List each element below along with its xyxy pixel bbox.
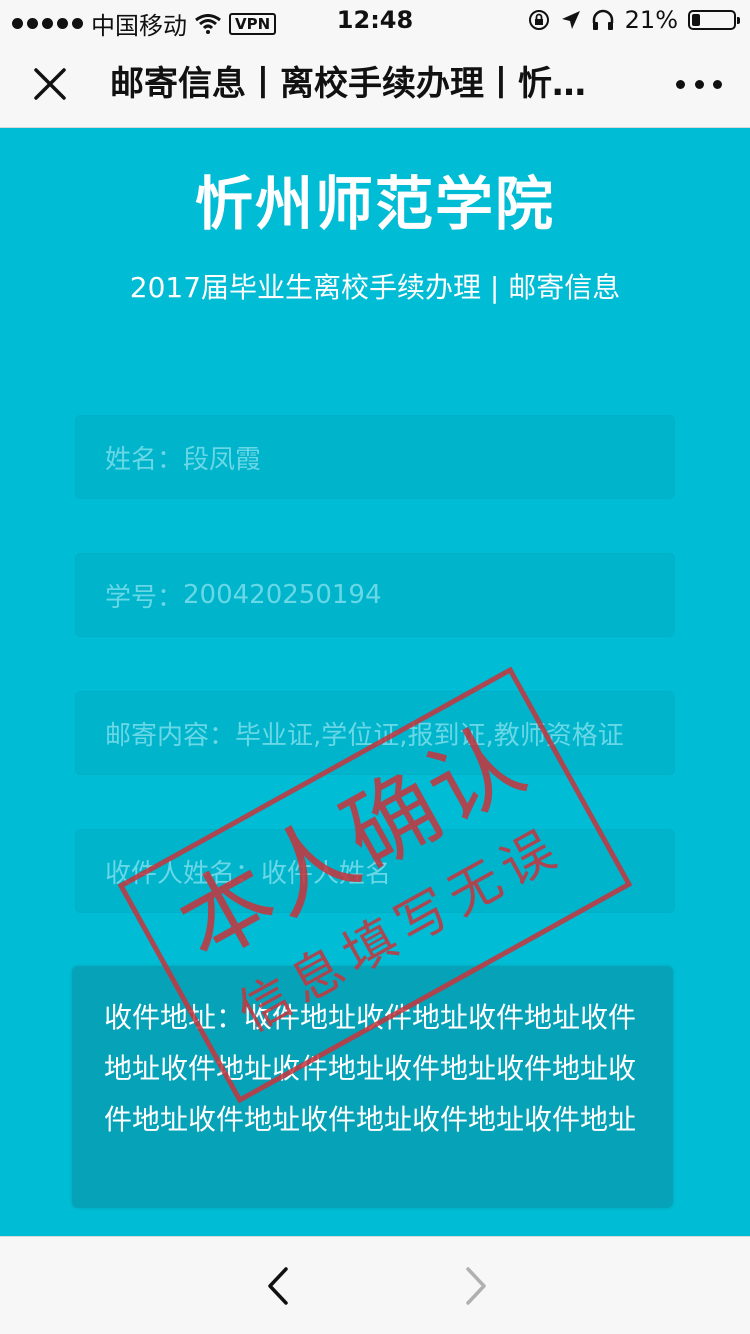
battery-icon bbox=[688, 10, 740, 30]
name-label: 姓名： bbox=[105, 444, 184, 475]
more-button[interactable] bbox=[676, 62, 722, 106]
page-title: 邮寄信息丨离校手续办理丨忻… bbox=[110, 64, 586, 104]
nav-bar: 邮寄信息丨离校手续办理丨忻… bbox=[0, 40, 750, 128]
more-dot bbox=[694, 79, 704, 89]
mail-content-label: 邮寄内容： bbox=[105, 720, 236, 751]
recipient-name-field[interactable]: 收件人姓名： 收件人姓名 bbox=[75, 829, 675, 913]
bottom-toolbar bbox=[0, 1236, 750, 1334]
more-dot bbox=[713, 79, 722, 89]
school-name: 忻州师范学院 bbox=[194, 170, 555, 238]
more-dot bbox=[676, 79, 685, 89]
address-textarea[interactable]: 收件地址：收件地址收件地址收件地址收件地址收件地址收件地址收件地址收件地址收件地… bbox=[72, 966, 673, 1208]
headphones-icon bbox=[592, 9, 613, 30]
close-icon bbox=[34, 68, 66, 100]
mail-content-value: 毕业证,学位证,报到证,教师资格证 bbox=[235, 720, 624, 751]
battery-percent: 21% bbox=[624, 6, 678, 34]
forward-button[interactable] bbox=[456, 1263, 496, 1309]
status-bar: 中国移动 VPN 12:48 21% bbox=[0, 0, 750, 40]
recipient-name-label: 收件人姓名： bbox=[105, 858, 262, 889]
chevron-left-icon bbox=[268, 1267, 288, 1305]
status-right: 21% bbox=[527, 6, 740, 34]
mail-content-field[interactable]: 邮寄内容： 毕业证,学位证,报到证,教师资格证 bbox=[75, 691, 675, 775]
name-value: 段凤霞 bbox=[183, 444, 262, 475]
name-field[interactable]: 姓名： 段凤霞 bbox=[75, 415, 675, 499]
page-subtitle: 2017届毕业生离校手续办理 | 邮寄信息 bbox=[129, 271, 621, 304]
rotation-lock-icon bbox=[528, 10, 549, 30]
chevron-right-icon bbox=[466, 1267, 486, 1305]
recipient-name-value: 收件人姓名 bbox=[261, 858, 392, 889]
student-id-label: 学号： bbox=[105, 582, 184, 613]
location-arrow-icon bbox=[561, 11, 580, 29]
student-id-value: 200420250194 bbox=[183, 580, 382, 610]
close-button[interactable] bbox=[28, 62, 72, 106]
student-id-field[interactable]: 学号： 200420250194 bbox=[75, 553, 675, 637]
back-button[interactable] bbox=[258, 1263, 298, 1309]
